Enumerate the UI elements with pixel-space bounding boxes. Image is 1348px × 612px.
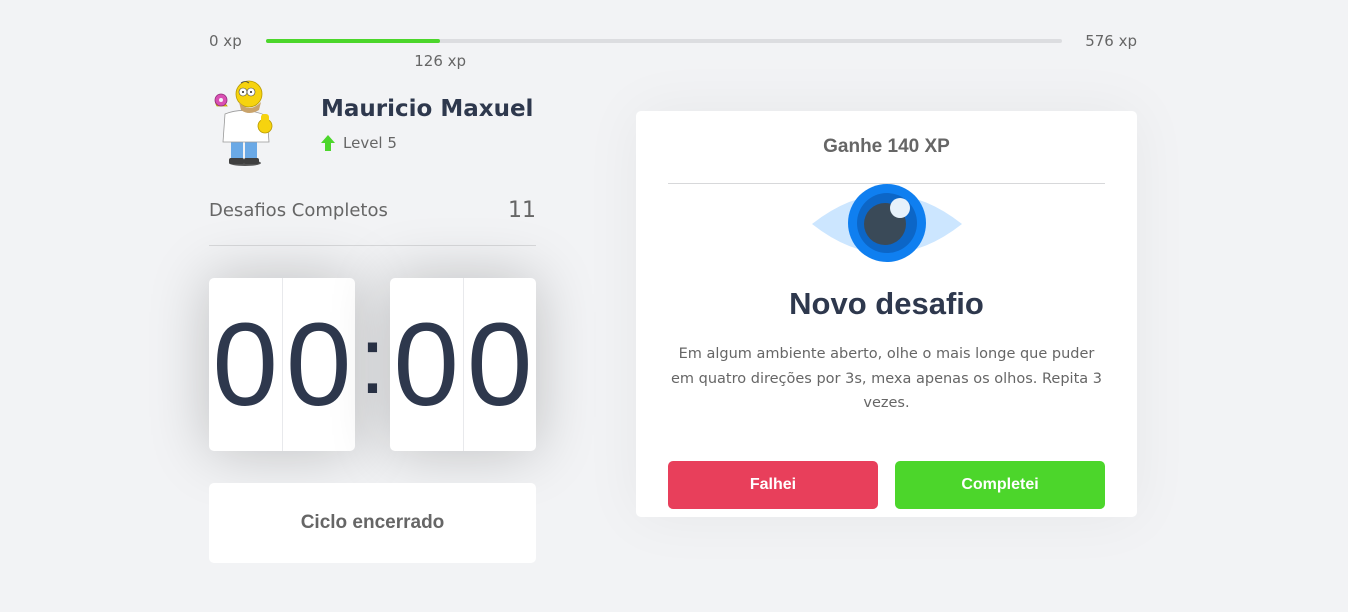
profile-level: Level 5	[321, 134, 397, 152]
challenge-description: Em algum ambiente aberto, olhe o mais lo…	[671, 346, 1102, 411]
xp-min-label: 0 xp	[209, 32, 242, 50]
xp-progress-fill	[266, 39, 441, 43]
countdown-seconds: 0 0	[390, 278, 536, 451]
app-page: 0 xp 126 xp 576 xp Mauricio Maxuel Level…	[0, 0, 1348, 612]
completed-challenges-label: Desafios Completos	[209, 200, 388, 221]
challenge-title: Novo desafio	[789, 286, 984, 321]
profile-name: Mauricio Maxuel	[321, 96, 534, 122]
countdown-timer: 0 0 : 0 0	[209, 278, 536, 451]
second-digit-left: 0	[390, 278, 464, 451]
second-digit-right: 0	[466, 298, 533, 431]
xp-max-label: 576 xp	[1085, 32, 1137, 50]
profile-level-label: Level 5	[343, 134, 397, 152]
completed-challenges-count: 11	[508, 198, 536, 223]
fail-button[interactable]: Falhei	[668, 461, 878, 509]
challenge-card: Ganhe 140 XP Novo desafio Em algum ambie…	[636, 111, 1137, 517]
xp-progress-track	[266, 39, 1062, 43]
countdown-separator: :	[359, 306, 386, 414]
cycle-ended-button[interactable]: Ciclo encerrado	[209, 483, 536, 563]
complete-button[interactable]: Completei	[895, 461, 1105, 509]
user-profile: Mauricio Maxuel Level 5	[209, 80, 536, 170]
avatar	[214, 80, 273, 166]
experience-bar: 0 xp 126 xp 576 xp	[209, 32, 1137, 72]
countdown-minutes: 0 0	[209, 278, 355, 451]
xp-current-label: 126 xp	[414, 52, 467, 70]
completed-challenges: Desafios Completos 11	[209, 198, 536, 246]
level-up-arrow-icon	[321, 135, 335, 151]
eye-icon	[812, 184, 962, 262]
challenge-reward: Ganhe 140 XP	[668, 111, 1105, 184]
minute-digit-right: 0	[285, 298, 352, 431]
minute-digit-left: 0	[209, 278, 283, 451]
